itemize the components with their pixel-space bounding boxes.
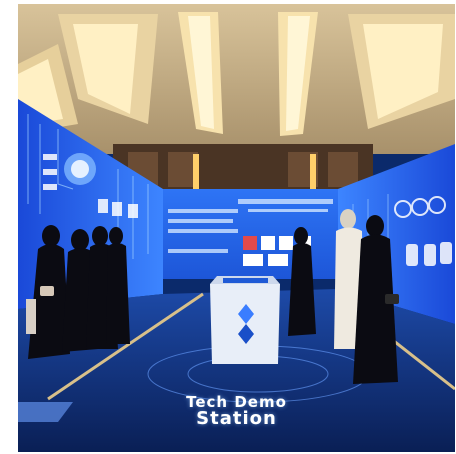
shopping-bag xyxy=(26,299,36,334)
kiosk xyxy=(210,276,280,364)
floor-text-station: Station xyxy=(196,408,277,429)
handbag xyxy=(385,294,399,304)
scene-illustration xyxy=(18,4,455,452)
handbag xyxy=(40,286,54,296)
photo: Tech Demo Station xyxy=(18,4,455,452)
